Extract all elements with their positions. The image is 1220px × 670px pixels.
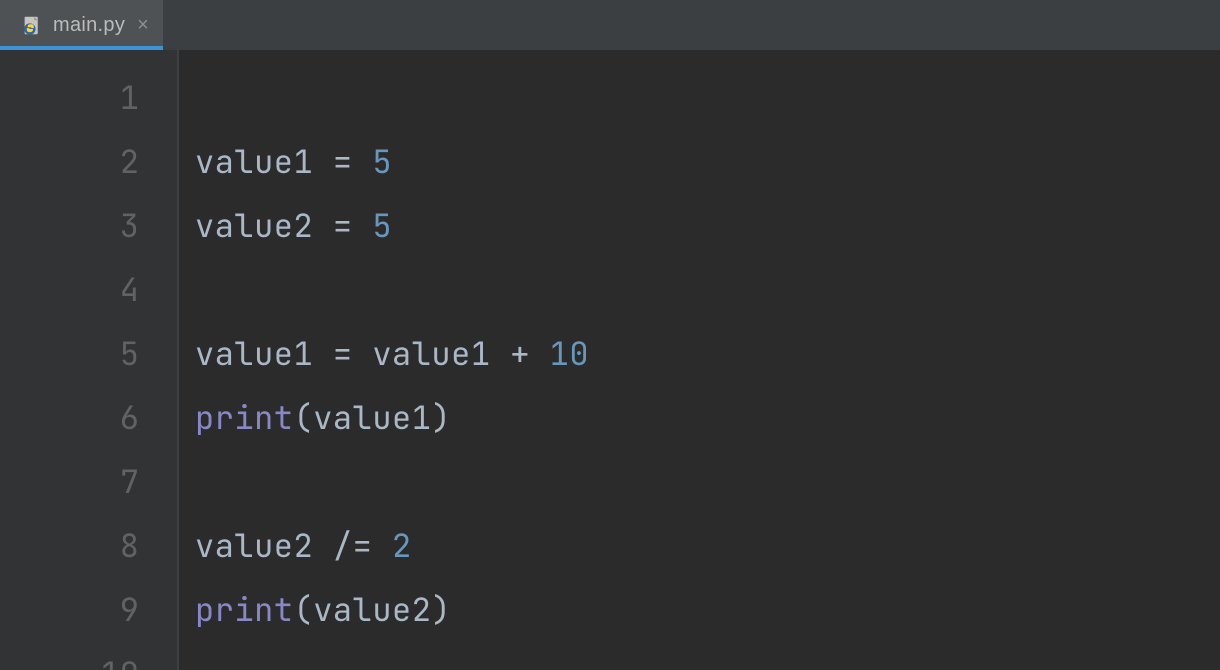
code-line[interactable]: print(value2) — [195, 578, 1220, 642]
token: value1 — [372, 332, 490, 375]
token: value1 — [195, 140, 313, 183]
code-editor: main.py × 12345678910 value1 = 5value2 =… — [0, 0, 1220, 670]
python-file-icon — [22, 15, 43, 36]
token — [313, 332, 333, 375]
token: + — [510, 332, 530, 375]
token — [530, 332, 550, 375]
line-number: 5 — [0, 322, 177, 386]
token: 2 — [392, 524, 412, 567]
token: ) — [431, 588, 451, 631]
gutter: 12345678910 — [0, 50, 179, 670]
token: = — [333, 204, 353, 247]
code-line[interactable]: value2 /= 2 — [195, 514, 1220, 578]
code-line[interactable]: print(value1) — [195, 386, 1220, 450]
line-number: 4 — [0, 258, 177, 322]
token: value2 — [195, 524, 313, 567]
token — [491, 332, 511, 375]
code-content[interactable]: value1 = 5value2 = 5value1 = value1 + 10… — [179, 50, 1220, 670]
token: value1 — [313, 396, 431, 439]
token: print — [195, 396, 294, 439]
token: value1 — [195, 332, 313, 375]
token — [313, 204, 333, 247]
tab-bar: main.py × — [0, 0, 1220, 50]
close-icon[interactable]: × — [137, 14, 149, 37]
token: ( — [294, 396, 314, 439]
line-number: 1 — [0, 66, 177, 130]
active-tab-indicator — [0, 46, 163, 50]
token: = — [333, 140, 353, 183]
code-line[interactable]: value1 = 5 — [195, 130, 1220, 194]
line-number: 7 — [0, 450, 177, 514]
code-line[interactable] — [195, 258, 1220, 322]
line-number: 2 — [0, 130, 177, 194]
token: /= — [333, 524, 372, 567]
line-number: 8 — [0, 514, 177, 578]
token: ) — [431, 396, 451, 439]
token — [353, 140, 373, 183]
token: 5 — [372, 204, 392, 247]
token: ( — [294, 588, 314, 631]
token: 10 — [550, 332, 589, 375]
code-area: 12345678910 value1 = 5value2 = 5value1 =… — [0, 50, 1220, 670]
token — [313, 524, 333, 567]
line-number: 9 — [0, 578, 177, 642]
tab-main-py[interactable]: main.py × — [0, 0, 163, 50]
line-number: 3 — [0, 194, 177, 258]
token — [313, 140, 333, 183]
line-number: 10 — [0, 642, 177, 670]
line-number: 6 — [0, 386, 177, 450]
code-line[interactable]: value1 = value1 + 10 — [195, 322, 1220, 386]
token: print — [195, 588, 294, 631]
code-line[interactable] — [195, 66, 1220, 130]
token: value2 — [313, 588, 431, 631]
token: 5 — [372, 140, 392, 183]
token — [353, 204, 373, 247]
token — [353, 332, 373, 375]
token: = — [333, 332, 353, 375]
code-line[interactable] — [195, 450, 1220, 514]
code-line[interactable]: value2 = 5 — [195, 194, 1220, 258]
token: value2 — [195, 204, 313, 247]
code-line[interactable] — [195, 642, 1220, 670]
tab-label: main.py — [53, 14, 125, 37]
token — [372, 524, 392, 567]
